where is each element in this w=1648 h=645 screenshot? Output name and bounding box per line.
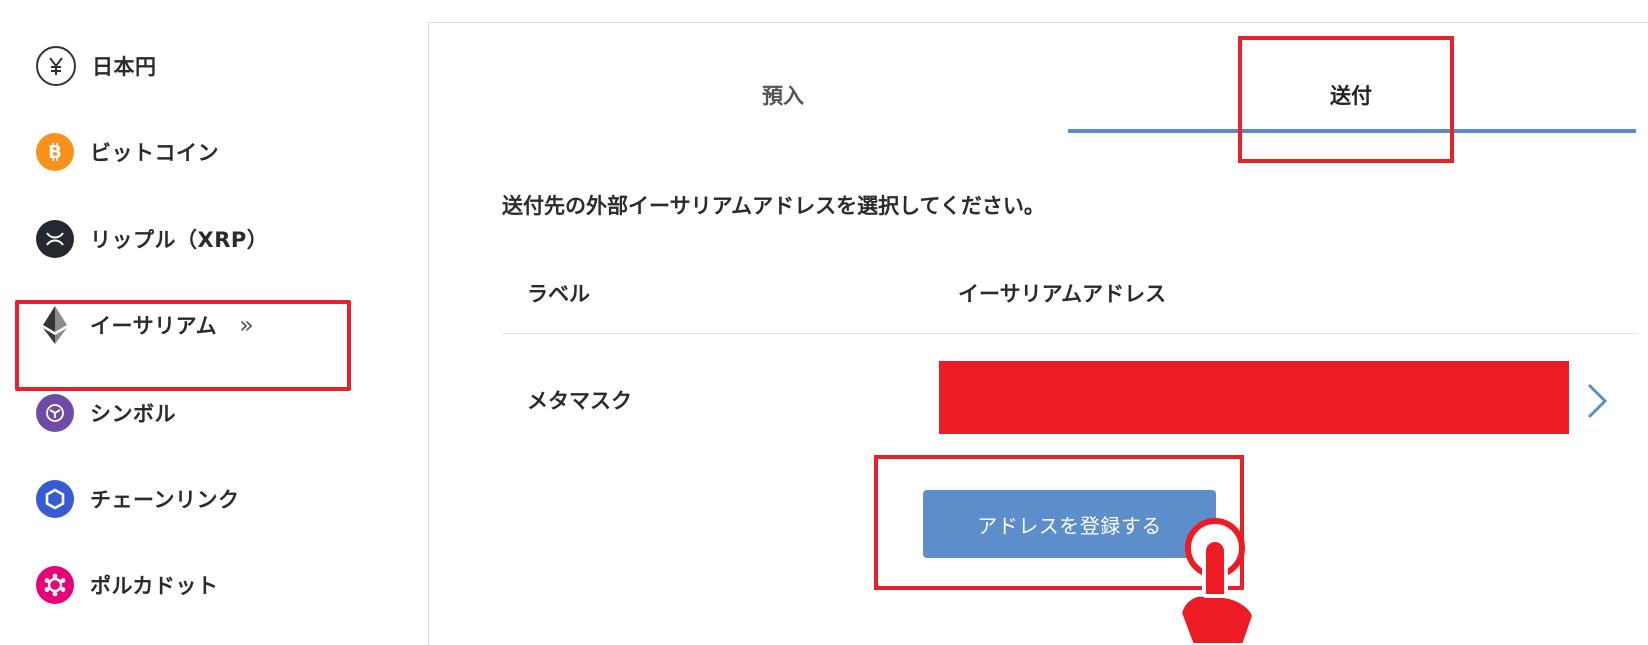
sidebar-item-label: チェーンリンク [90, 488, 240, 512]
chainlink-icon [36, 480, 74, 518]
symbol-icon [36, 394, 74, 432]
polkadot-icon [36, 566, 74, 604]
xrp-icon [36, 220, 74, 258]
yen-icon [36, 46, 76, 86]
table-divider [502, 333, 1638, 334]
sidebar-item-symbol[interactable]: シンボル [36, 393, 176, 433]
highlight-box-send-tab [1238, 36, 1454, 163]
highlight-box-ethereum [15, 300, 351, 391]
app-root: 日本円 B ビットコイン リップル（XRP） イーサリアム » シンボル チェー… [0, 0, 1648, 645]
sidebar-item-label: ポルカドット [90, 574, 219, 598]
sidebar-item-label: シンボル [90, 402, 176, 426]
sidebar-item-label: ビットコイン [90, 141, 219, 165]
sidebar-item-jpy[interactable]: 日本円 [36, 46, 157, 86]
redacted-address [939, 361, 1569, 434]
column-header-label: ラベル [527, 282, 590, 306]
bitcoin-icon: B [36, 133, 74, 171]
chevron-right-icon[interactable] [1583, 381, 1611, 421]
sidebar-item-btc[interactable]: B ビットコイン [36, 132, 219, 172]
sidebar-item-xrp[interactable]: リップル（XRP） [36, 219, 268, 259]
sidebar-item-dot[interactable]: ポルカドット [36, 565, 218, 605]
sidebar-item-label: リップル（XRP） [90, 228, 269, 252]
tab-deposit[interactable]: 預入 [762, 80, 804, 110]
tap-hand-icon [1177, 518, 1257, 645]
currency-sidebar: 日本円 B ビットコイン リップル（XRP） イーサリアム » シンボル チェー… [0, 0, 420, 645]
sidebar-item-label: 日本円 [92, 55, 157, 79]
sidebar-item-link[interactable]: チェーンリンク [36, 479, 239, 519]
address-row-label: メタマスク [527, 389, 632, 413]
svg-text:B: B [48, 142, 62, 163]
instruction-text: 送付先の外部イーサリアムアドレスを選択してください。 [502, 194, 1045, 218]
column-header-address: イーサリアムアドレス [958, 282, 1167, 306]
